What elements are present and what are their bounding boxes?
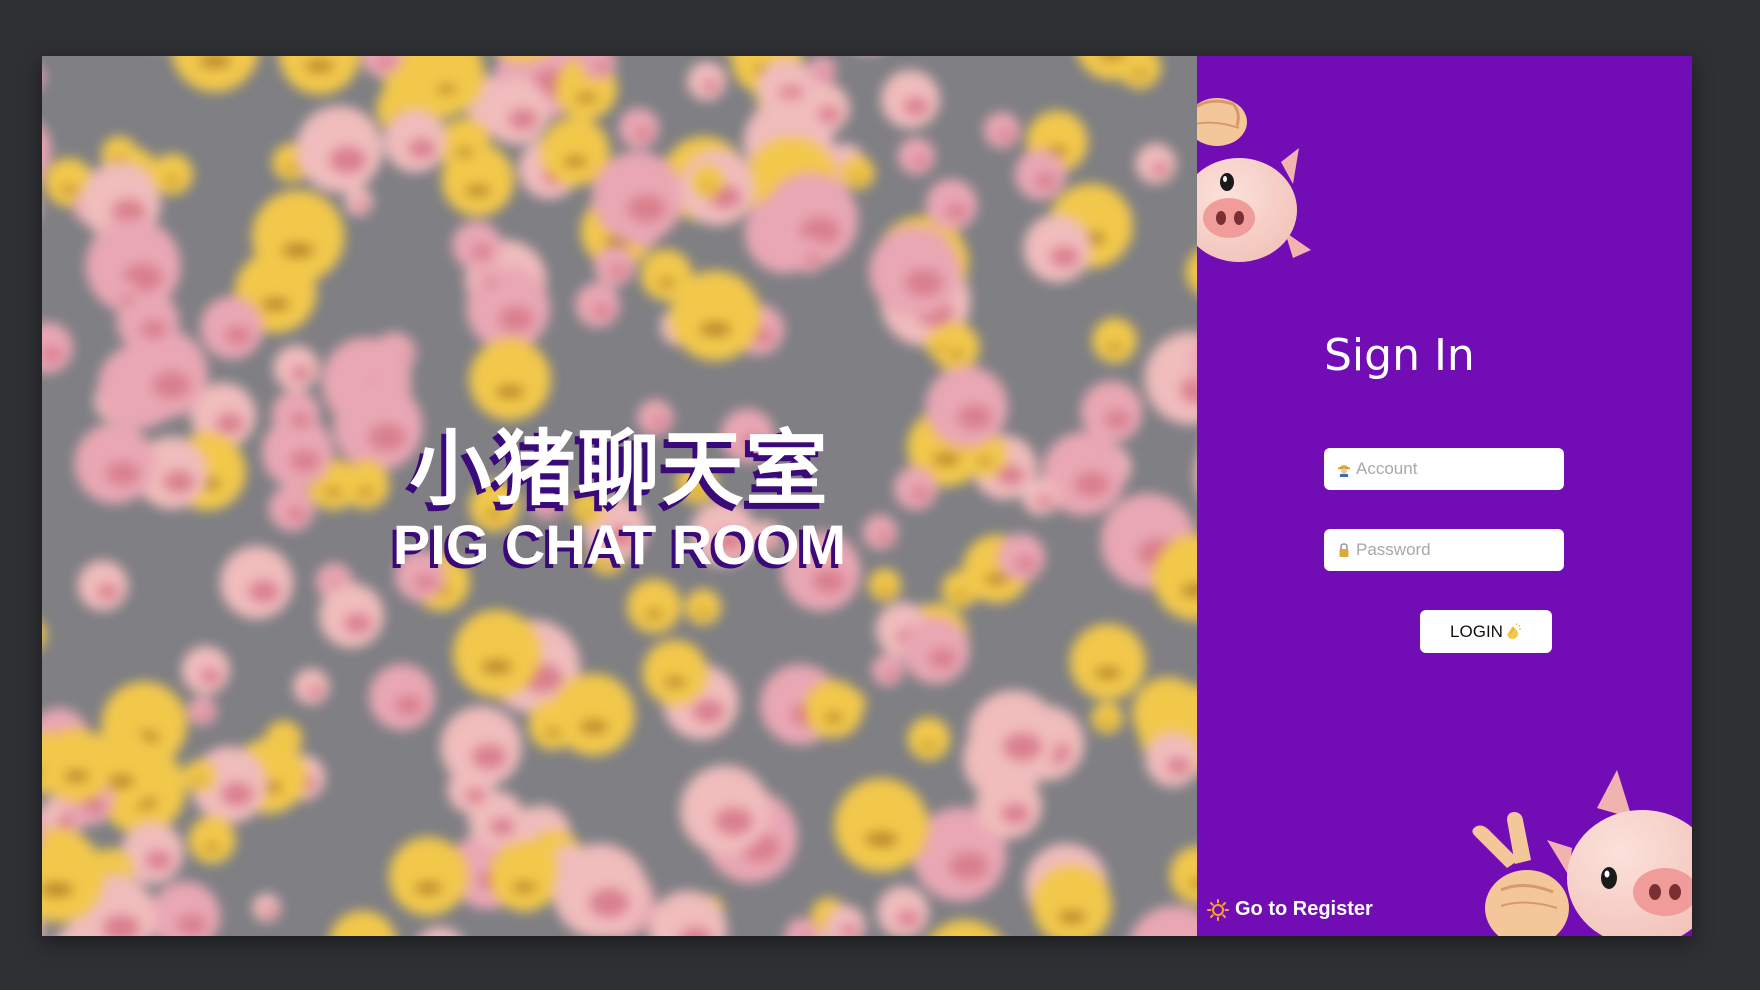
signin-title: Sign In <box>1324 330 1475 381</box>
app-window: 小猪聊天室 PIG CHAT ROOM Sign In Account LOGI… <box>42 56 1692 936</box>
go-to-register-link[interactable]: Go to Register <box>1207 898 1373 921</box>
clapping-hands-icon <box>1506 622 1521 639</box>
hero-title-cn: 小猪聊天室 <box>409 422 830 517</box>
account-input[interactable] <box>1356 459 1556 479</box>
go-to-register-label: Go to Register <box>1235 898 1373 920</box>
hero-title-en: PIG CHAT ROOM <box>392 513 847 576</box>
login-button[interactable]: LOGIN <box>1420 610 1552 653</box>
hero-text: 小猪聊天室 PIG CHAT ROOM <box>42 56 1197 936</box>
pig-victory-icon <box>1472 770 1692 936</box>
worker-icon <box>1338 465 1350 477</box>
fist-icon <box>1197 98 1247 146</box>
login-panel: Sign In LOGIN <box>1197 56 1692 936</box>
hero-panel: 小猪聊天室 PIG CHAT ROOM <box>42 56 1197 936</box>
password-field[interactable] <box>1324 529 1564 571</box>
pig-peek-icon <box>1197 98 1311 262</box>
victory-hand-icon <box>1472 812 1569 936</box>
account-field[interactable] <box>1324 448 1564 490</box>
password-input[interactable] <box>1356 540 1556 560</box>
lock-icon <box>1339 543 1349 557</box>
sun-icon <box>1207 898 1229 921</box>
login-button-label: LOGIN <box>1450 621 1503 641</box>
